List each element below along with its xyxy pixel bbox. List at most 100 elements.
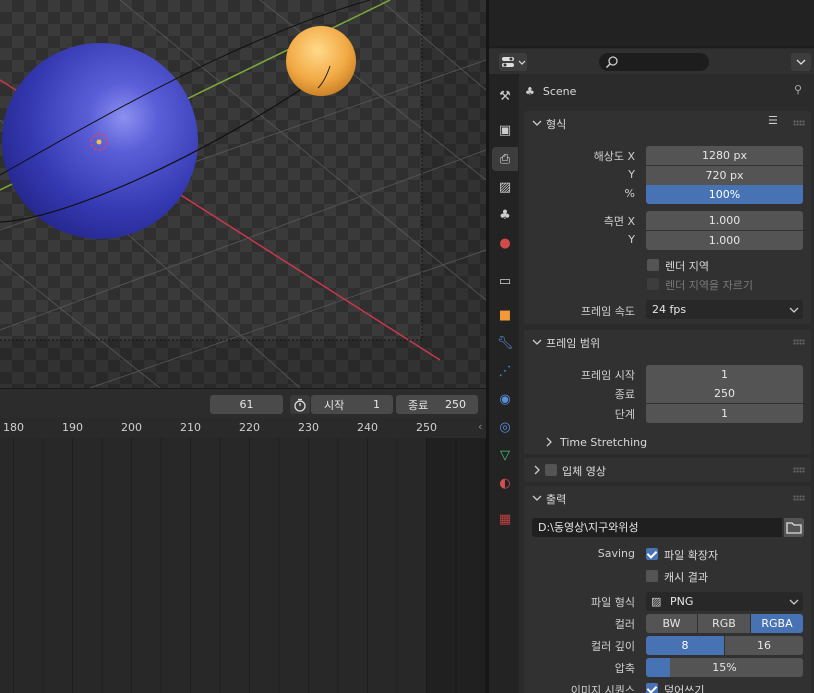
output-panel-header[interactable]: 출력	[524, 486, 811, 510]
tab-physics[interactable]: ◉	[492, 387, 518, 411]
frame-start-label: 프레임 시작	[580, 369, 635, 382]
timeline-header: 61 시작 1 종료 250	[0, 388, 486, 418]
collection-box-icon: ▭	[498, 273, 512, 289]
drag-handle-icon[interactable]	[793, 120, 805, 126]
fps-dropdown[interactable]: 24 fps	[646, 300, 803, 319]
ruler-tick: 180	[3, 421, 24, 434]
3d-viewport[interactable]	[0, 0, 486, 388]
color-mode-label: 컬러	[614, 618, 635, 631]
res-percent-field[interactable]: 100%	[646, 185, 803, 204]
tab-data[interactable]: ▽	[492, 443, 518, 467]
particles-icon: ⋰	[498, 363, 512, 379]
collapse-chevron-icon[interactable]: ‹	[478, 420, 482, 433]
properties-tabs: ⚒ ▣ ⎙ ▨ ♣ ● ▭ ■ 🔧︎ ⋰ ◉ ◎ ▽ ◐ ▦	[489, 74, 519, 693]
tab-collection[interactable]: ▭	[492, 269, 518, 293]
presets-list-icon[interactable]: ☰	[768, 114, 778, 127]
properties-top-area	[489, 0, 814, 46]
stereoscopy-panel-header[interactable]: 입체 영상	[524, 458, 811, 482]
crop-region-label: 렌더 지역을 자르기	[665, 279, 753, 292]
render-camera-icon: ▣	[498, 122, 512, 138]
time-stretching-subpanel[interactable]: Time Stretching	[544, 434, 647, 450]
timeline-ruler[interactable]: 180 190 200 210 220 230 240 250 ‹	[0, 418, 486, 438]
output-panel: 출력 D:\동영상\지구와위성 Saving 파일 확장자 캐시 결과 파일 형…	[524, 486, 811, 693]
color-bw-button[interactable]: BW	[646, 614, 697, 633]
end-frame-label: 종료	[408, 398, 429, 412]
frame-end-label: 종료	[614, 388, 635, 401]
format-panel-header[interactable]: 형식 ☰	[524, 111, 811, 135]
output-path-input[interactable]: D:\동영상\지구와위성	[532, 518, 782, 537]
chevron-right-icon	[546, 437, 552, 447]
tab-scene[interactable]: ♣	[492, 203, 518, 227]
image-sequence-label: 이미지 시퀀스	[570, 684, 635, 693]
tool-icon: ⚒	[499, 88, 511, 104]
depth-16-button[interactable]: 16	[725, 636, 803, 655]
aspect-y-field[interactable]: 1.000	[646, 231, 803, 250]
res-x-field[interactable]: 1280 px	[646, 146, 803, 165]
tab-modifiers[interactable]: 🔧︎	[492, 331, 518, 355]
start-frame-field[interactable]: 시작 1	[311, 395, 393, 414]
aspect-x-field[interactable]: 1.000	[646, 211, 803, 230]
drag-handle-icon[interactable]	[793, 339, 805, 345]
editor-type-button[interactable]	[499, 53, 527, 71]
chevron-down-icon	[532, 495, 542, 501]
stopwatch-icon[interactable]	[290, 395, 310, 414]
scene-icon: ♣	[525, 84, 535, 98]
render-region-label: 렌더 지역	[665, 260, 709, 273]
end-frame-value: 250	[445, 398, 466, 411]
current-frame-field[interactable]: 61	[210, 395, 283, 414]
depth-8-button[interactable]: 8	[646, 636, 724, 655]
frame-start-field[interactable]: 1	[646, 365, 803, 384]
crop-region-checkbox[interactable]	[647, 278, 659, 290]
color-rgba-button[interactable]: RGBA	[751, 614, 803, 633]
chevron-right-icon	[534, 465, 540, 475]
frame-end-field[interactable]: 250	[646, 384, 803, 403]
aspect-x-label: 측면 X	[603, 215, 635, 228]
scene-icon: ♣	[499, 207, 511, 223]
render-region-checkbox[interactable]	[647, 259, 659, 271]
timeline-body[interactable]	[0, 438, 486, 693]
physics-icon: ◉	[499, 391, 511, 407]
tab-view-layer[interactable]: ▨	[492, 175, 518, 199]
overwrite-checkbox[interactable]	[646, 683, 658, 693]
search-input[interactable]	[599, 53, 709, 71]
compression-slider[interactable]: 15%	[646, 658, 803, 677]
file-extensions-checkbox[interactable]	[646, 548, 658, 560]
tab-object[interactable]: ■	[492, 303, 518, 327]
frame-range-panel-header[interactable]: 프레임 범위	[524, 330, 811, 354]
cache-result-checkbox[interactable]	[646, 570, 658, 582]
chevron-down-icon	[789, 599, 799, 605]
tab-constraints[interactable]: ◎	[492, 415, 518, 439]
tab-texture[interactable]: ▦	[492, 507, 518, 531]
breadcrumb: ♣ Scene	[525, 82, 576, 100]
folder-browse-button[interactable]	[784, 518, 804, 537]
tab-render[interactable]: ▣	[492, 118, 518, 142]
stereoscopy-checkbox[interactable]	[545, 464, 557, 476]
tab-world[interactable]: ●	[492, 231, 518, 255]
tab-tool[interactable]: ⚒	[492, 84, 518, 108]
end-frame-field[interactable]: 종료 250	[396, 395, 478, 414]
drag-handle-icon[interactable]	[793, 467, 805, 473]
color-rgb-button[interactable]: RGB	[698, 614, 750, 633]
ruler-tick: 240	[357, 421, 378, 434]
options-dropdown-button[interactable]	[791, 53, 811, 71]
ruler-tick: 250	[416, 421, 437, 434]
tab-material[interactable]: ◐	[492, 471, 518, 495]
search-icon	[605, 56, 618, 69]
ruler-tick: 220	[239, 421, 260, 434]
file-format-dropdown[interactable]: ▨ PNG	[646, 592, 803, 611]
res-y-field[interactable]: 720 px	[646, 166, 803, 185]
tab-particles[interactable]: ⋰	[492, 359, 518, 383]
drag-handle-icon[interactable]	[793, 495, 805, 501]
file-format-value: PNG	[670, 595, 694, 608]
compression-fill	[646, 658, 670, 677]
frame-step-field[interactable]: 1	[646, 404, 803, 423]
file-extensions-label: 파일 확장자	[664, 549, 719, 562]
tab-output[interactable]: ⎙	[492, 147, 518, 171]
properties-header	[489, 48, 814, 74]
ruler-tick: 200	[121, 421, 142, 434]
ruler-tick: 210	[180, 421, 201, 434]
stereoscopy-panel: 입체 영상	[524, 458, 811, 482]
folder-icon	[786, 522, 802, 534]
pin-icon[interactable]: ⚲	[794, 83, 802, 96]
compression-label: 압축	[614, 662, 635, 675]
